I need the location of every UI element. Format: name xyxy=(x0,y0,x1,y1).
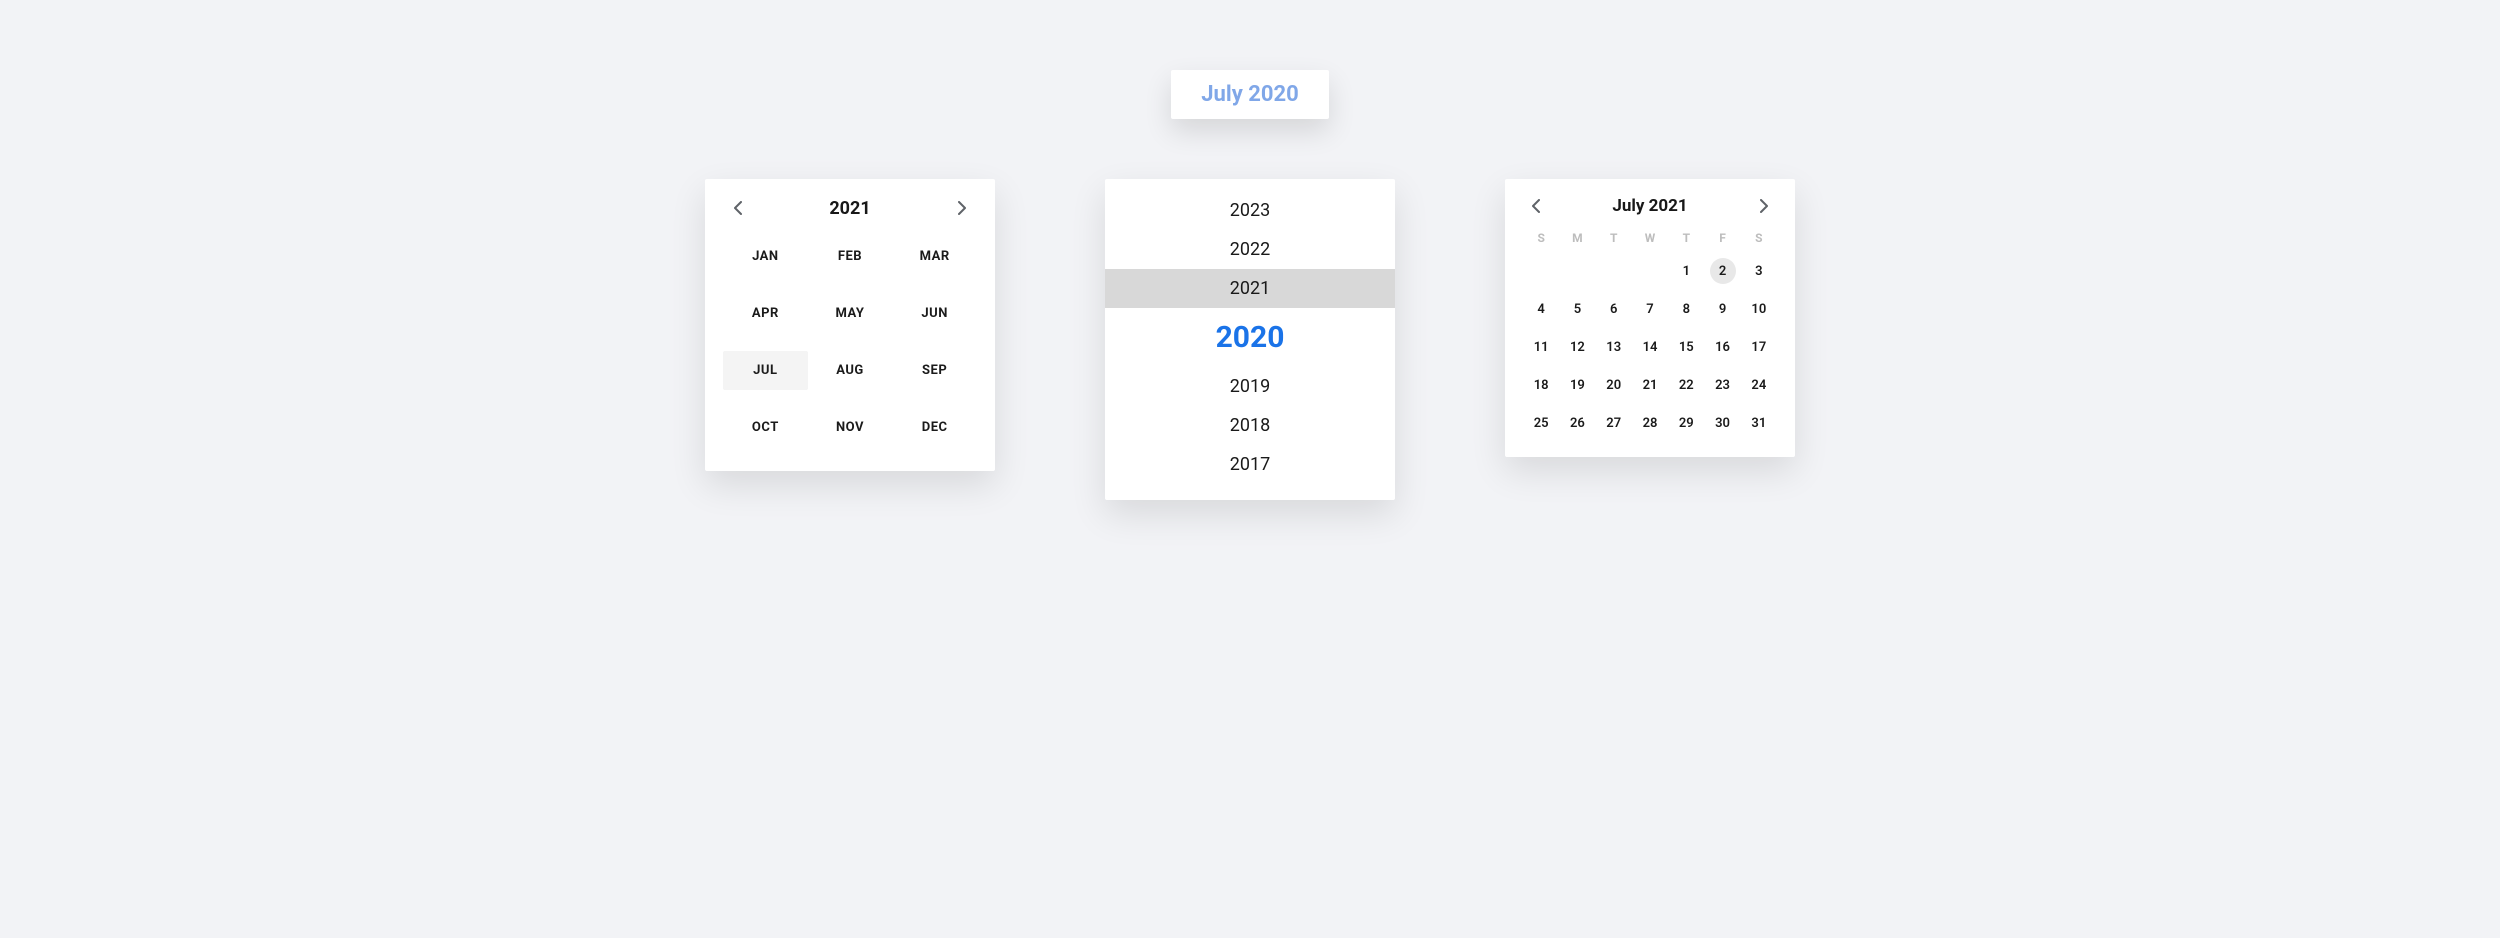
selected-month-chip[interactable]: July 2020 xyxy=(1171,70,1328,119)
prev-month-button[interactable] xyxy=(1525,195,1547,217)
next-year-button[interactable] xyxy=(951,197,973,219)
prev-year-button[interactable] xyxy=(727,197,749,219)
day-cell-empty xyxy=(1559,257,1595,285)
day-cell-27[interactable]: 27 xyxy=(1596,409,1632,437)
month-cell-jan[interactable]: JAN xyxy=(723,237,808,276)
day-cell-9[interactable]: 9 xyxy=(1704,295,1740,323)
day-cell-10[interactable]: 10 xyxy=(1741,295,1777,323)
weekday-row: SMTWTFS xyxy=(1523,231,1777,245)
year-item-2021[interactable]: 2021 xyxy=(1105,269,1395,308)
month-cell-sep[interactable]: SEP xyxy=(892,351,977,390)
year-item-2018[interactable]: 2018 xyxy=(1105,406,1395,445)
day-cell-29[interactable]: 29 xyxy=(1668,409,1704,437)
day-cell-25[interactable]: 25 xyxy=(1523,409,1559,437)
day-cell-4[interactable]: 4 xyxy=(1523,295,1559,323)
day-grid: 1234567891011121314151617181920212223242… xyxy=(1523,257,1777,437)
month-cell-feb[interactable]: FEB xyxy=(808,237,893,276)
year-item-2023[interactable]: 2023 xyxy=(1105,191,1395,230)
day-cell-12[interactable]: 12 xyxy=(1559,333,1595,361)
chip-label: July 2020 xyxy=(1201,82,1298,107)
month-cell-aug[interactable]: AUG xyxy=(808,351,893,390)
day-cell-7[interactable]: 7 xyxy=(1632,295,1668,323)
month-picker-header: 2021 xyxy=(723,197,977,219)
pickers-row: 2021 JANFEBMARAPRMAYJUNJULAUGSEPOCTNOVDE… xyxy=(705,179,1795,500)
weekday-label: S xyxy=(1741,231,1777,245)
month-picker-year[interactable]: 2021 xyxy=(829,198,870,219)
year-item-2019[interactable]: 2019 xyxy=(1105,367,1395,406)
day-cell-1[interactable]: 1 xyxy=(1668,257,1704,285)
day-cell-26[interactable]: 26 xyxy=(1559,409,1595,437)
chevron-right-icon xyxy=(1760,199,1768,213)
day-cell-6[interactable]: 6 xyxy=(1596,295,1632,323)
month-cell-mar[interactable]: MAR xyxy=(892,237,977,276)
day-cell-21[interactable]: 21 xyxy=(1632,371,1668,399)
day-cell-14[interactable]: 14 xyxy=(1632,333,1668,361)
day-cell-24[interactable]: 24 xyxy=(1741,371,1777,399)
month-cell-jun[interactable]: JUN xyxy=(892,294,977,333)
month-cell-nov[interactable]: NOV xyxy=(808,408,893,447)
next-month-button[interactable] xyxy=(1753,195,1775,217)
day-cell-23[interactable]: 23 xyxy=(1704,371,1740,399)
year-item-2020[interactable]: 2020 xyxy=(1105,308,1395,367)
day-cell-16[interactable]: 16 xyxy=(1704,333,1740,361)
weekday-label: S xyxy=(1523,231,1559,245)
day-cell-empty xyxy=(1523,257,1559,285)
day-cell-11[interactable]: 11 xyxy=(1523,333,1559,361)
day-cell-20[interactable]: 20 xyxy=(1596,371,1632,399)
weekday-label: W xyxy=(1632,231,1668,245)
day-cell-15[interactable]: 15 xyxy=(1668,333,1704,361)
day-cell-13[interactable]: 13 xyxy=(1596,333,1632,361)
month-cell-apr[interactable]: APR xyxy=(723,294,808,333)
month-cell-jul[interactable]: JUL xyxy=(723,351,808,390)
day-cell-8[interactable]: 8 xyxy=(1668,295,1704,323)
year-picker-panel: 2023202220212020201920182017 xyxy=(1105,179,1395,500)
day-cell-5[interactable]: 5 xyxy=(1559,295,1595,323)
month-cell-dec[interactable]: DEC xyxy=(892,408,977,447)
weekday-label: T xyxy=(1668,231,1704,245)
day-cell-empty xyxy=(1632,257,1668,285)
day-picker-header: July 2021 xyxy=(1523,195,1777,217)
day-cell-3[interactable]: 3 xyxy=(1741,257,1777,285)
day-picker-panel: July 2021 SMTWTFS 1234567891011121314151… xyxy=(1505,179,1795,457)
weekday-label: M xyxy=(1559,231,1595,245)
day-cell-empty xyxy=(1596,257,1632,285)
day-cell-30[interactable]: 30 xyxy=(1704,409,1740,437)
chevron-left-icon xyxy=(734,201,742,215)
month-grid: JANFEBMAR APRMAYJUN JULAUGSEP OCTNOVDEC xyxy=(723,237,977,447)
year-item-2022[interactable]: 2022 xyxy=(1105,230,1395,269)
chevron-right-icon xyxy=(958,201,966,215)
day-cell-31[interactable]: 31 xyxy=(1741,409,1777,437)
day-picker-title[interactable]: July 2021 xyxy=(1612,196,1687,216)
month-picker-panel: 2021 JANFEBMAR APRMAYJUN JULAUGSEP OCTNOVDE… xyxy=(705,179,995,471)
day-cell-22[interactable]: 22 xyxy=(1668,371,1704,399)
day-cell-17[interactable]: 17 xyxy=(1741,333,1777,361)
chevron-left-icon xyxy=(1532,199,1540,213)
month-cell-may[interactable]: MAY xyxy=(808,294,893,333)
weekday-label: T xyxy=(1596,231,1632,245)
weekday-label: F xyxy=(1704,231,1740,245)
day-cell-18[interactable]: 18 xyxy=(1523,371,1559,399)
day-cell-2[interactable]: 2 xyxy=(1704,257,1740,285)
month-cell-oct[interactable]: OCT xyxy=(723,408,808,447)
day-cell-19[interactable]: 19 xyxy=(1559,371,1595,399)
day-cell-28[interactable]: 28 xyxy=(1632,409,1668,437)
year-item-2017[interactable]: 2017 xyxy=(1105,445,1395,484)
